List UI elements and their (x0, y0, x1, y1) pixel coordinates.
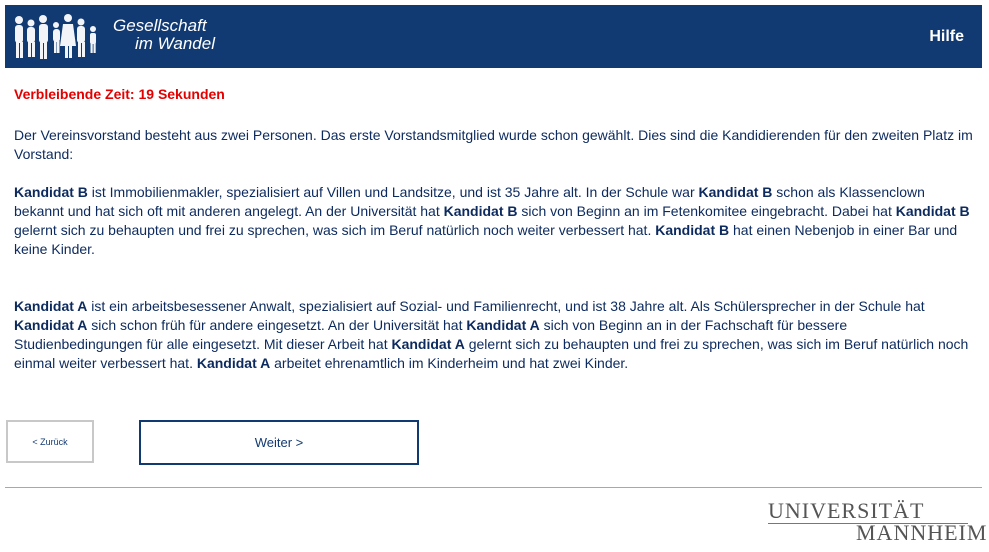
candidate-name: Kandidat A (466, 317, 540, 333)
candidate-name: Kandidat A (14, 298, 88, 314)
university-logo-line-1: UNIVERSITÄT (768, 498, 925, 523)
candidate-name: Kandidat A (14, 317, 88, 333)
candidate-name: Kandidat B (14, 184, 88, 200)
candidate-name: Kandidat B (895, 203, 970, 219)
text-span: ist ein arbeitsbesessener Anwalt, spezia… (87, 298, 925, 314)
logo-line-1: Gesellschaft (113, 16, 207, 35)
candidate-a-paragraph: Kandidat A ist ein arbeitsbesessener Anw… (14, 297, 976, 373)
university-logo-line-2: MANNHEIM (856, 520, 988, 545)
logo-text: Gesellschaft im Wandel (113, 17, 215, 53)
candidate-b-paragraph: Kandidat B ist Immobilienmakler, spezial… (14, 183, 976, 259)
university-logo: UNIVERSITÄT MANNHEIM (768, 498, 988, 545)
next-button[interactable]: Weiter > (139, 420, 419, 465)
help-link[interactable]: Hilfe (929, 28, 964, 46)
candidate-name: Kandidat B (443, 203, 518, 219)
logo-line-2: im Wandel (135, 34, 215, 53)
text-span: sich von Beginn an im Fetenkomitee einge… (517, 203, 896, 219)
text-span: ist Immobilienmakler, spezialisiert auf … (87, 184, 699, 200)
footer-divider (5, 487, 982, 488)
candidate-name: Kandidat B (655, 222, 730, 238)
remaining-time: Verbleibende Zeit: 19 Sekunden (14, 86, 225, 102)
header-bar: Gesellschaft im Wandel Hilfe (5, 5, 982, 68)
candidate-name: Kandidat A (391, 336, 465, 352)
intro-paragraph: Der Vereinsvorstand besteht aus zwei Per… (14, 127, 973, 162)
back-button[interactable]: < Zurück (6, 420, 94, 463)
text-span: gelernt sich zu behaupten und frei zu sp… (14, 222, 656, 238)
text-span: arbeitet ehrenamtlich im Kinderheim und … (270, 355, 629, 371)
question-text: Der Vereinsvorstand besteht aus zwei Per… (14, 126, 976, 373)
text-span: sich schon früh für andere eingesetzt. A… (87, 317, 467, 333)
candidate-name: Kandidat B (698, 184, 773, 200)
people-silhouettes-icon (15, 14, 96, 59)
candidate-name: Kandidat A (196, 355, 271, 371)
